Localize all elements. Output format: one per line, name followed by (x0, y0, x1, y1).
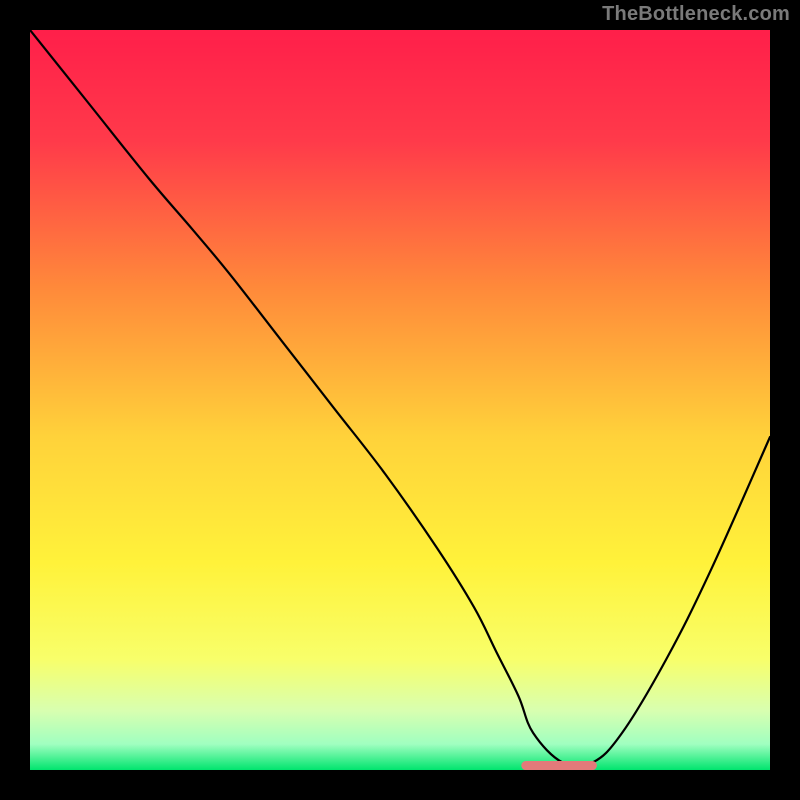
gradient-background (30, 30, 770, 770)
chart-container (30, 30, 770, 770)
watermark-text: TheBottleneck.com (602, 3, 790, 26)
bottleneck-chart (30, 30, 770, 770)
